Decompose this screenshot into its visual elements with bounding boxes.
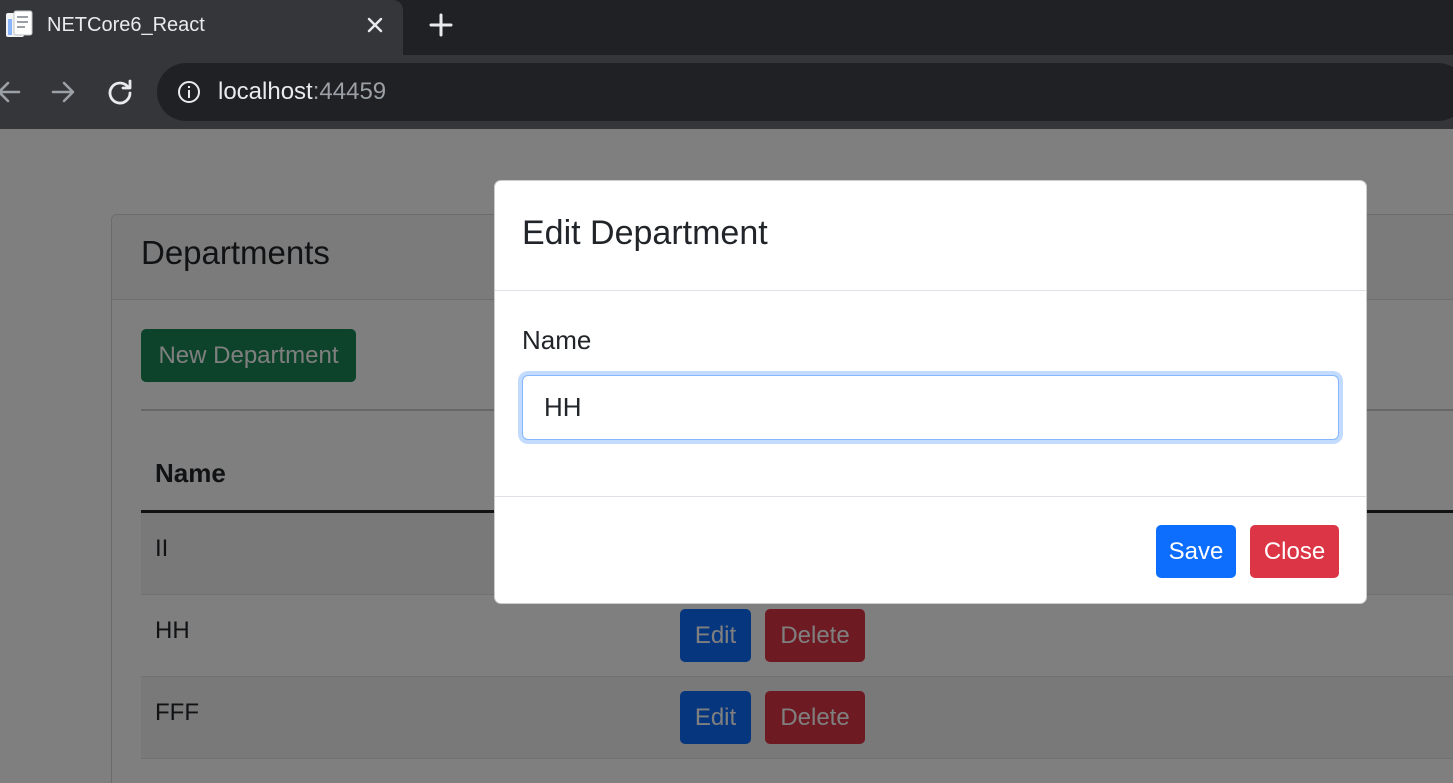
page-content: Departments New Department Name II HH Ed… xyxy=(0,129,1453,783)
modal-header: Edit Department xyxy=(495,181,1366,291)
modal-footer: Save Close xyxy=(495,496,1366,605)
plus-icon[interactable] xyxy=(426,10,456,40)
tab-title: NETCore6_React xyxy=(47,14,205,36)
document-icon xyxy=(4,10,34,40)
arrow-left-icon[interactable] xyxy=(0,75,26,109)
save-button[interactable]: Save xyxy=(1156,525,1236,578)
url-text: localhost:44459 xyxy=(218,79,386,105)
browser-toolbar: localhost:44459 xyxy=(0,55,1453,129)
url-port: :44459 xyxy=(312,78,387,105)
modal-title: Edit Department xyxy=(522,214,768,252)
reload-icon[interactable] xyxy=(103,75,137,109)
url-host: localhost xyxy=(218,78,313,105)
arrow-right-icon[interactable] xyxy=(46,75,80,109)
address-bar[interactable]: localhost:44459 xyxy=(157,63,1453,121)
close-button[interactable]: Close xyxy=(1250,525,1339,578)
info-icon[interactable] xyxy=(177,80,201,104)
browser-tab[interactable]: NETCore6_React xyxy=(0,0,403,55)
name-label: Name xyxy=(522,325,592,355)
name-input[interactable] xyxy=(522,375,1339,440)
browser-tabstrip: NETCore6_React xyxy=(0,0,1453,55)
close-icon[interactable] xyxy=(362,12,388,38)
edit-department-modal: Edit Department Name Save Close xyxy=(494,180,1367,604)
